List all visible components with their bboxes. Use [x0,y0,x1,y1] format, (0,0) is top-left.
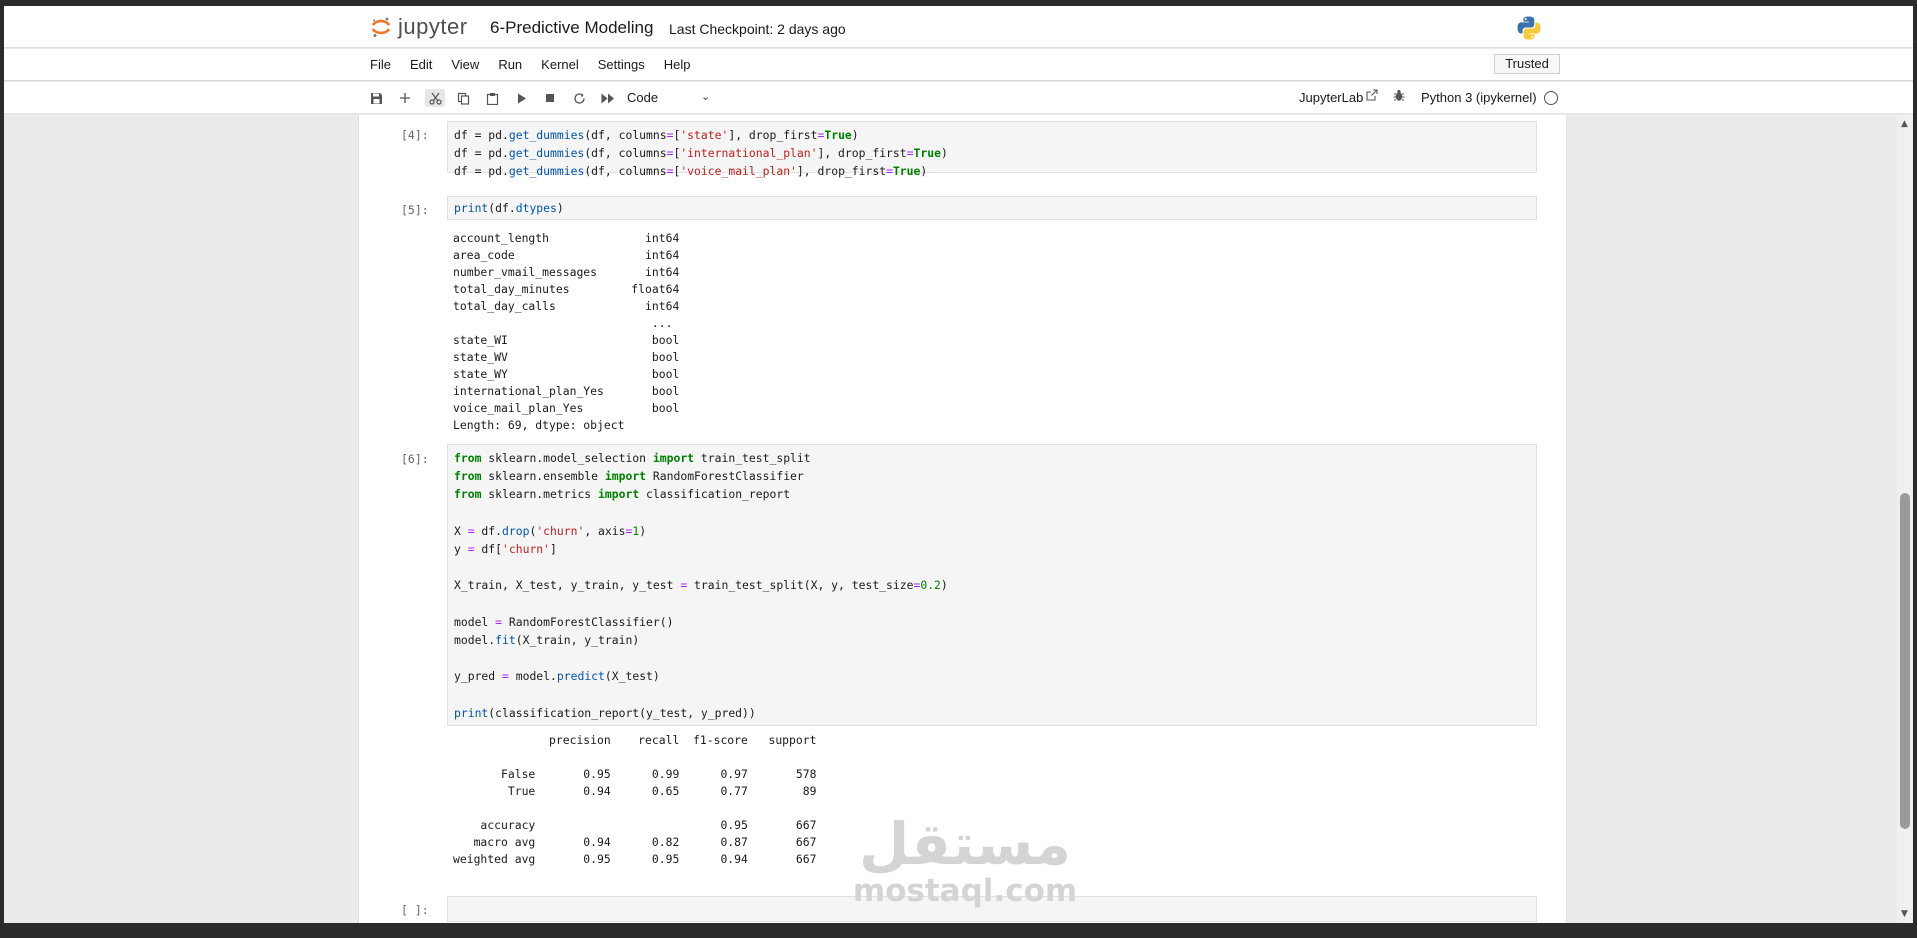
output-line: precision recall f1-score support [453,733,817,747]
code-cell-input[interactable]: print(df.dtypes) [447,196,1537,220]
watermark-arabic-text: مستقل [858,810,1072,878]
kernel-name[interactable]: Python 3 (ipykernel) [1421,90,1537,105]
menu-file[interactable]: File [370,57,391,72]
output-line: voice_mail_plan_Yes bool [453,401,680,415]
output-line: True 0.94 0.65 0.77 89 [453,784,817,798]
code-cell-input[interactable]: df = pd.get_dummies(df, columns=['state'… [447,121,1537,178]
code-editor[interactable]: from sklearn.model_selection import trai… [448,445,1536,722]
menu-edit[interactable]: Edit [410,57,432,72]
cell-prompt: [4]: [401,128,429,142]
cell-output: precision recall f1-score support False … [453,732,816,868]
output-line: Length: 69, dtype: object [453,418,625,432]
code-line: X = df.drop('churn', axis=1) [454,523,647,538]
cell-prompt: [ ]: [401,903,429,917]
output-line: macro avg 0.94 0.82 0.87 667 [453,835,817,849]
jupyter-logo-text: jupyter [398,14,468,39]
code-line: X_train, X_test, y_train, y_test = train… [454,578,948,593]
output-line: number_vmail_messages int64 [453,265,680,279]
trusted-button[interactable]: Trusted [1494,54,1560,74]
python-logo-icon [1517,16,1541,40]
code-line: from sklearn.metrics import classificati… [454,487,791,502]
code-line: df = pd.get_dummies(df, columns=['intern… [454,146,948,161]
top-bar: jupyter 6-Predictive Modeling Last Check… [4,6,1913,48]
last-checkpoint: Last Checkpoint: 2 days ago [669,21,846,37]
paste-icon[interactable] [483,89,501,107]
stop-icon[interactable] [541,89,559,107]
restart-icon[interactable] [570,89,588,107]
taskbar-strip [0,923,1917,938]
jupyter-logo-icon [371,17,391,37]
mostaql-watermark: مستقل mostaql.com [840,814,1090,908]
output-line: state_WY bool [453,367,680,381]
code-editor[interactable]: print(df.dtypes) [448,197,1536,217]
output-line: state_WV bool [453,350,680,364]
output-line: account_length int64 [453,231,680,245]
jupyter-notebook-window: jupyter 6-Predictive Modeling Last Check… [4,6,1913,923]
notebook-panel[interactable]: [4]: df = pd.get_dummies(df, columns=['s… [358,115,1567,923]
cell-prompt: [5]: [401,203,429,217]
notebook-toolbar: Code ⌄ JupyterLab Python 3 (ipykernel) [4,82,1913,114]
menu-bar: File Edit View Run Kernel Settings Help … [4,49,1913,81]
scroll-up-arrow-icon[interactable]: ▲ [1901,119,1908,129]
code-line: from sklearn.ensemble import RandomFores… [454,469,804,484]
code-line: df = pd.get_dummies(df, columns=['voice_… [454,164,928,179]
output-line: False 0.95 0.99 0.97 578 [453,767,817,781]
open-in-jupyterlab-link[interactable]: JupyterLab [1299,90,1363,105]
output-line: state_WI bool [453,333,680,347]
menu-view[interactable]: View [451,57,479,72]
code-line: print(classification_report(y_test, y_pr… [454,705,756,720]
output-line: total_day_minutes float64 [453,282,680,296]
code-line: y = df['churn'] [454,542,557,557]
scroll-down-arrow-icon[interactable]: ▼ [1901,909,1908,919]
menu-settings[interactable]: Settings [598,57,645,72]
jupyter-logo[interactable]: jupyter [370,14,468,40]
debugger-bug-icon[interactable] [1393,89,1405,105]
notebook-title[interactable]: 6-Predictive Modeling [490,18,653,38]
code-line: df = pd.get_dummies(df, columns=['state'… [454,128,859,142]
output-line: ... [453,316,673,330]
copy-icon[interactable] [454,89,472,107]
output-line: accuracy 0.95 667 [453,818,817,832]
kernel-status-idle-icon [1544,91,1558,105]
cut-icon[interactable] [425,89,445,107]
code-line: model.fit(X_train, y_train) [454,633,640,648]
code-cell-input[interactable]: from sklearn.model_selection import trai… [447,444,1537,726]
cell-output: account_length int64 area_code int64 num… [453,230,679,434]
vertical-scrollbar[interactable]: ▲ ▼ [1897,115,1913,923]
menu-kernel[interactable]: Kernel [541,57,579,72]
fast-forward-icon[interactable] [599,89,617,107]
add-icon[interactable] [396,89,414,107]
watermark-latin-text: mostaql.com [852,873,1078,909]
save-icon[interactable] [367,89,385,107]
cell-type-select[interactable]: Code [627,90,658,105]
chevron-down-icon[interactable]: ⌄ [701,90,710,103]
code-line: from sklearn.model_selection import trai… [454,451,811,465]
scrollbar-thumb[interactable] [1900,493,1910,829]
menu-run[interactable]: Run [498,57,522,72]
run-icon[interactable] [513,89,531,107]
menu-help[interactable]: Help [664,57,691,72]
output-line: area_code int64 [453,248,680,262]
code-line: y_pred = model.predict(X_test) [454,669,660,684]
code-editor[interactable]: df = pd.get_dummies(df, columns=['state'… [448,122,1536,181]
cell-prompt: [6]: [401,452,429,466]
external-link-icon[interactable] [1366,89,1378,104]
output-line: total_day_calls int64 [453,299,680,313]
code-line: model = RandomForestClassifier() [454,614,674,629]
output-line: international_plan_Yes bool [453,384,680,398]
output-line: weighted avg 0.95 0.95 0.94 667 [453,852,817,866]
